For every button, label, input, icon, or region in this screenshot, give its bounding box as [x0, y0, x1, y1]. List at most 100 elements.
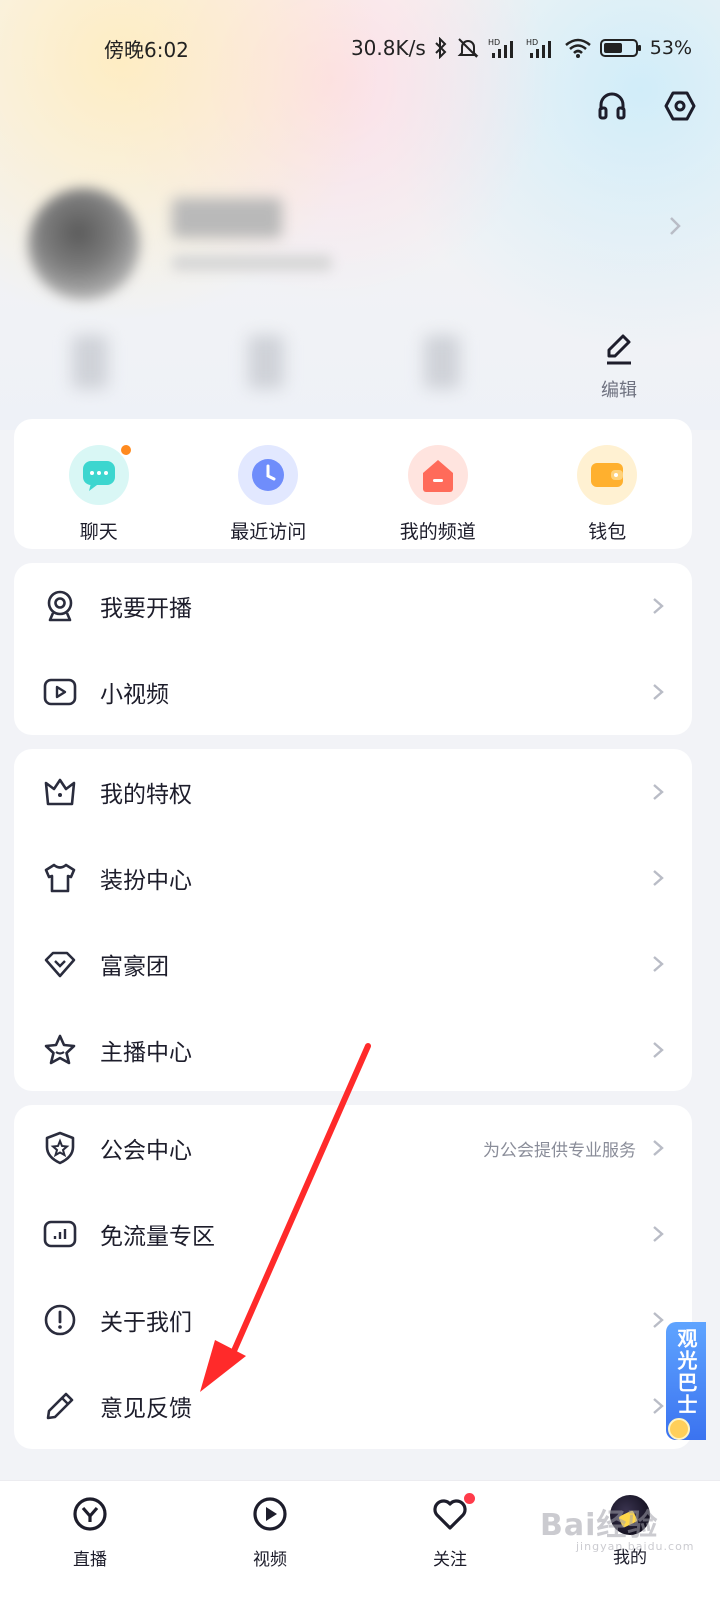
follow-red-dot [464, 1493, 475, 1504]
pencil-icon [42, 1388, 78, 1424]
webcam-icon [42, 588, 78, 624]
tab-label: 视频 [253, 1550, 287, 1570]
svg-text:HD: HD [526, 38, 538, 47]
chat-icon [68, 443, 133, 505]
top-actions [594, 88, 698, 124]
menu-label: 我要开播 [100, 596, 192, 622]
watermark-text: Bai经验 [540, 1508, 659, 1543]
chevron-right-icon [650, 596, 666, 616]
quick-actions-card: 聊天 最近访问 我的频道 钱包 [14, 419, 692, 549]
chevron-right-icon [650, 682, 666, 702]
watermark-sub: jingyan.baidu.com [576, 1540, 695, 1553]
status-right: 30.8K/s HD HD 53% [351, 36, 692, 60]
heart-icon [431, 1493, 475, 1537]
play-circle-icon [251, 1495, 289, 1537]
chevron-right-icon [650, 1310, 666, 1330]
watermark: Bai经验 jingyan.baidu.com [540, 1500, 695, 1553]
chevron-right-icon [650, 1224, 666, 1244]
tab-label: 直播 [73, 1550, 107, 1570]
chat-badge [118, 443, 133, 457]
signal-hd-1-icon: HD [488, 37, 518, 59]
menu-item-short-video[interactable]: 小视频 [14, 649, 692, 735]
tab-video[interactable]: 视频 [180, 1481, 360, 1600]
menu-label: 富豪团 [100, 954, 169, 980]
status-time: 傍晚6:02 [104, 37, 189, 62]
chevron-right-icon [650, 782, 666, 802]
clock-icon [238, 445, 299, 505]
menu-item-anchor-center[interactable]: 主播中心 [14, 1007, 692, 1093]
info-exclamation-icon [42, 1302, 78, 1338]
menu-label: 我的特权 [100, 782, 192, 808]
edit-label: 编辑 [601, 380, 637, 401]
menu-item-dressup[interactable]: 装扮中心 [14, 835, 692, 921]
menu-label: 免流量专区 [100, 1224, 215, 1250]
channel-house-icon [407, 445, 468, 505]
menu-item-go-live[interactable]: 我要开播 [14, 563, 692, 649]
video-play-icon [42, 674, 78, 710]
tshirt-icon [42, 860, 78, 896]
bluetooth-icon [434, 37, 448, 59]
menu-label: 小视频 [100, 682, 169, 708]
menu-item-rich-club[interactable]: 富豪团 [14, 921, 692, 1007]
shield-star-icon [42, 1130, 78, 1166]
menu-item-about-us[interactable]: 关于我们 [14, 1277, 692, 1363]
quick-label-chat: 聊天 [79, 521, 118, 543]
menu-label: 关于我们 [100, 1310, 192, 1336]
menu-label: 主播中心 [100, 1040, 192, 1066]
profile-name-blurred [172, 198, 282, 238]
star-icon [42, 1032, 78, 1068]
quick-chat[interactable]: 聊天 [14, 419, 184, 549]
tab-label: 关注 [433, 1550, 467, 1570]
side-float-text: 观光巴士 [674, 1328, 698, 1416]
menu-label: 意见反馈 [100, 1396, 192, 1422]
settings-hexagon-icon[interactable] [662, 88, 698, 124]
edit-profile-button[interactable]: 编辑 [592, 332, 646, 402]
sightseeing-bus-float[interactable]: 观光巴士 [666, 1322, 706, 1440]
wallet-icon [577, 445, 638, 505]
chevron-right-icon [650, 954, 666, 974]
mute-bell-icon [456, 37, 480, 59]
chevron-right-icon [650, 868, 666, 888]
stat-blurred-2 [248, 335, 284, 389]
diamond-icon [42, 946, 78, 982]
quick-label-wallet: 钱包 [588, 521, 627, 543]
menu-group-3: 公会中心 为公会提供专业服务 免流量专区 关于我们 意见反馈 [14, 1105, 692, 1449]
menu-label: 公会中心 [100, 1138, 192, 1164]
menu-item-guild-center[interactable]: 公会中心 为公会提供专业服务 [14, 1105, 692, 1191]
edit-pencil-icon [603, 332, 635, 370]
battery-icon [599, 37, 642, 59]
tab-follow[interactable]: 关注 [360, 1481, 540, 1600]
quick-label-recent: 最近访问 [230, 521, 307, 543]
quick-label-channel: 我的频道 [399, 521, 476, 543]
coin-icon [668, 1418, 690, 1440]
menu-label: 装扮中心 [100, 868, 192, 894]
menu-item-free-data[interactable]: 免流量专区 [14, 1191, 692, 1277]
menu-item-feedback[interactable]: 意见反馈 [14, 1363, 692, 1449]
net-speed: 30.8K/s [350, 36, 426, 60]
crown-icon [42, 774, 78, 810]
menu-group-1: 我要开播 小视频 [14, 563, 692, 735]
svg-text:HD: HD [488, 38, 500, 47]
chevron-right-icon [650, 1396, 666, 1416]
stat-blurred-1 [72, 335, 108, 389]
chevron-right-icon [650, 1138, 666, 1158]
data-chart-icon [42, 1216, 78, 1252]
wifi-icon [564, 37, 592, 59]
tab-live[interactable]: 直播 [0, 1481, 180, 1600]
status-bar: 傍晚6:02 30.8K/s HD HD 53% [0, 28, 720, 68]
signal-hd-2-icon: HD [526, 37, 556, 59]
quick-channel[interactable]: 我的频道 [353, 419, 523, 549]
menu-item-privileges[interactable]: 我的特权 [14, 749, 692, 835]
stat-blurred-3 [424, 335, 460, 389]
battery-percent: 53% [649, 37, 692, 59]
chevron-right-icon[interactable] [668, 216, 682, 240]
menu-group-2: 我的特权 装扮中心 富豪团 主播中心 [14, 749, 692, 1091]
avatar[interactable] [28, 188, 140, 300]
guild-hint: 为公会提供专业服务 [483, 1140, 636, 1161]
quick-wallet[interactable]: 钱包 [523, 419, 693, 549]
live-logo-icon [71, 1495, 109, 1537]
quick-recent[interactable]: 最近访问 [184, 419, 354, 549]
chevron-right-icon [650, 1040, 666, 1060]
headphones-icon[interactable] [594, 88, 630, 124]
profile-sub-blurred [172, 255, 332, 271]
